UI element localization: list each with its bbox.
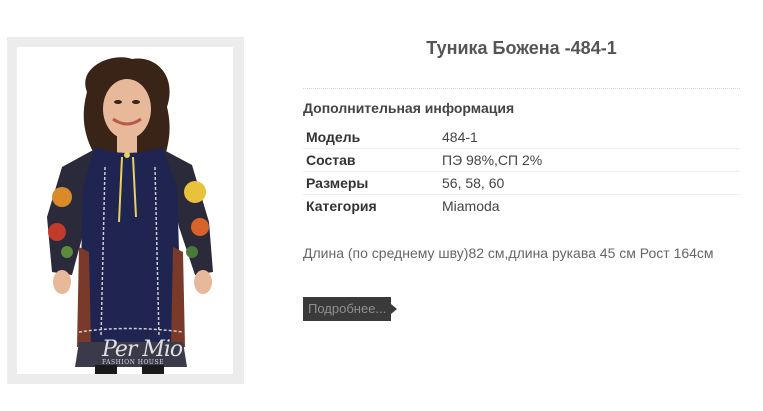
product-title: Туника Божена -484-1	[426, 38, 617, 58]
info-heading: Дополнительная информация	[303, 100, 515, 116]
table-row: Категория Miamoda	[303, 195, 740, 218]
more-details-button[interactable]: Подробнее...	[303, 297, 398, 321]
divider	[303, 88, 740, 89]
table-row: Размеры 56, 58, 60	[303, 172, 740, 195]
product-description: Длина (по среднему шву)82 см,длина рукав…	[303, 245, 714, 261]
product-attributes-table: Модель 484-1 Состав ПЭ 98%,СП 2% Размеры…	[303, 126, 740, 217]
table-row: Модель 484-1	[303, 126, 740, 149]
table-row: Состав ПЭ 98%,СП 2%	[303, 149, 740, 172]
attribute-value: 484-1	[442, 129, 478, 145]
attribute-value: 56, 58, 60	[442, 175, 505, 191]
brand-watermark: Per Mio FASHION HOUSE	[102, 337, 183, 366]
product-image-frame: Per Mio FASHION HOUSE	[7, 37, 244, 384]
attribute-value: Miamoda	[442, 198, 500, 214]
attribute-label: Размеры	[306, 175, 369, 191]
attribute-label: Модель	[306, 129, 361, 145]
attribute-value: ПЭ 98%,СП 2%	[442, 152, 543, 168]
attribute-label: Категория	[306, 198, 377, 214]
tunic-model-illustration	[47, 57, 213, 374]
product-photo[interactable]: Per Mio FASHION HOUSE	[17, 47, 233, 374]
attribute-label: Состав	[306, 152, 356, 168]
